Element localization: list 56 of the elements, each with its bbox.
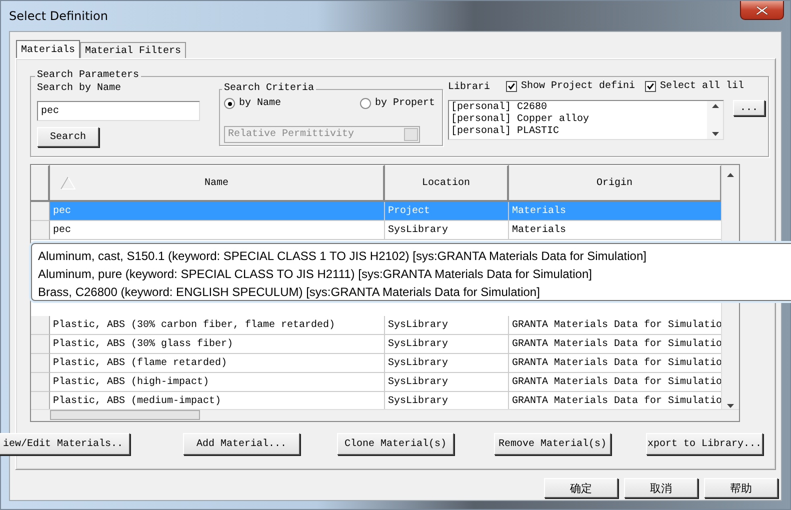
column-header[interactable]: Origin — [509, 165, 722, 202]
column-header[interactable]: Location — [385, 165, 509, 202]
checkbox-icon[interactable] — [645, 81, 656, 92]
action-button[interactable]: Add Material... — [183, 433, 300, 455]
table-cell[interactable]: SysLibrary — [385, 335, 509, 354]
radio-option[interactable]: by Name — [224, 98, 282, 109]
table-cell[interactable]: SysLibrary — [385, 221, 509, 240]
tab[interactable]: Material Filters — [80, 42, 186, 59]
scroll-up-icon[interactable] — [727, 173, 734, 177]
action-button[interactable]: xport to Library... — [646, 433, 763, 455]
library-item[interactable]: [personal] PLASTIC — [451, 126, 560, 138]
row-header[interactable] — [31, 373, 50, 392]
table-cell[interactable]: SysLibrary — [385, 373, 509, 392]
search-field[interactable]: pec — [37, 101, 200, 121]
sort-icon — [60, 176, 76, 190]
action-button[interactable]: Remove Material(s) — [494, 433, 611, 455]
tab[interactable]: Materials — [16, 40, 80, 59]
radio-option[interactable]: by Propert — [360, 98, 436, 109]
close-button[interactable] — [740, 1, 784, 20]
scroll-down-icon[interactable] — [712, 132, 718, 136]
table-cell[interactable]: Plastic, ABS (flame retarded) — [50, 354, 385, 373]
row-header[interactable] — [31, 354, 50, 373]
library-list[interactable]: [personal] C2680 [personal] Copper alloy [personal] PLASTIC — [448, 100, 724, 140]
row-header[interactable] — [31, 316, 50, 335]
table-cell[interactable]: Plastic, ABS (30% carbon fiber, flame retarded) — [50, 316, 385, 335]
checkbox[interactable]: Show Project defini — [506, 81, 636, 92]
dialog-button[interactable]: 帮助 — [704, 478, 778, 498]
scroll-up-icon[interactable] — [712, 104, 718, 108]
dialog-button[interactable]: 确定 — [544, 478, 618, 498]
window-title: Select Definition — [9, 9, 108, 23]
table-cell[interactable]: pec — [50, 221, 385, 240]
library-item[interactable]: [personal] Copper alloy — [451, 114, 590, 126]
tooltip-line: Aluminum, cast, S150.1 (keyword: SPECIAL CLASS 1 TO JIS H2102) [sys:GRANTA Materials Data for Simulation] — [38, 248, 646, 265]
column-header[interactable]: Name — [50, 165, 385, 202]
table-cell[interactable]: Plastic, ABS (30% glass fiber) — [50, 335, 385, 354]
row-header[interactable] — [31, 335, 50, 354]
corner-header[interactable] — [31, 165, 50, 202]
browse-button[interactable]: ... — [733, 100, 765, 116]
search-button[interactable]: Search — [37, 127, 99, 147]
table-cell[interactable]: Plastic, ABS (high-impact) — [50, 373, 385, 392]
library-item[interactable]: [personal] C2680 — [451, 102, 548, 114]
tooltip-line: Brass, C26800 (keyword: ENGLISH SPECULUM) [sys:GRANTA Materials Data for Simulation] — [38, 284, 540, 301]
row-header[interactable] — [31, 202, 50, 221]
row-header[interactable] — [31, 221, 50, 240]
scrollbar-thumb[interactable] — [50, 410, 200, 420]
table-cell[interactable]: SysLibrary — [385, 316, 509, 335]
dialog-button[interactable]: 取消 — [624, 478, 698, 498]
libraries-label: Librari — [448, 82, 490, 93]
search-by-name-label: Search by Name — [37, 83, 122, 94]
tooltip-line: Aluminum, pure (keyword: SPECIAL CLASS TO JIS H2111) [sys:GRANTA Materials Data for Simulation] — [38, 266, 592, 283]
close-icon — [756, 6, 768, 14]
action-button[interactable]: Clone Material(s) — [337, 433, 454, 455]
table-cell[interactable]: SysLibrary — [385, 354, 509, 373]
checkbox-icon[interactable] — [506, 81, 517, 92]
action-button[interactable]: iew/Edit Materials.. — [0, 433, 130, 455]
checkbox[interactable]: Select all lil — [645, 81, 744, 92]
